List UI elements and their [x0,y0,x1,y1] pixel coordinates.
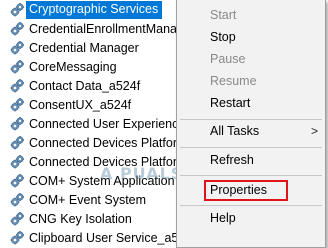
menu-item-stop[interactable]: Stop [210,27,236,47]
menu-item-all-tasks[interactable]: All Tasks [210,121,259,141]
menu-item-help[interactable]: Help [210,208,236,228]
menu-separator [180,205,322,206]
service-name: Connected Devices Platfor... [29,154,187,169]
service-name: COM+ System Application [29,173,175,188]
service-name: CredentialEnrollmentMana... [29,21,188,36]
gear-icon [0,135,29,151]
gear-icon [0,78,29,94]
service-name: Contact Data_a524f [29,78,141,93]
menu-item-restart[interactable]: Restart [210,93,250,113]
gear-icon [0,2,29,18]
service-name: Connected User Experience... [29,116,196,131]
gear-icon [0,21,29,37]
menu-item-start[interactable]: Start [210,5,236,25]
menu-item-pause[interactable]: Pause [210,49,245,69]
properties-highlight-box [204,180,288,201]
submenu-arrow-icon: > [311,124,319,138]
menu-separator [180,147,322,148]
service-name: COM+ Event System [29,192,147,207]
menu-item-resume[interactable]: Resume [210,71,257,91]
gear-icon [0,116,29,132]
service-name: Clipboard User Service_a524f [29,230,196,245]
service-name: Cryptographic Services [26,1,163,19]
service-name: CNG Key Isolation [29,211,132,226]
service-name: Connected Devices Platfor... [29,135,187,150]
service-name: CoreMessaging [29,59,117,74]
gear-icon [0,192,29,208]
gear-icon [0,211,29,227]
gear-icon [0,230,29,246]
menu-separator [180,119,322,120]
menu-separator [180,175,322,176]
service-name: ConsentUX_a524f [29,97,132,112]
gear-icon [0,59,29,75]
gear-icon [0,173,29,189]
gear-icon [0,154,29,170]
service-name: Credential Manager [29,40,139,55]
context-menu: Start Stop Pause Resume Restart All Task… [176,0,326,248]
gear-icon [0,97,29,113]
menu-item-refresh[interactable]: Refresh [210,150,254,170]
gear-icon [0,40,29,56]
